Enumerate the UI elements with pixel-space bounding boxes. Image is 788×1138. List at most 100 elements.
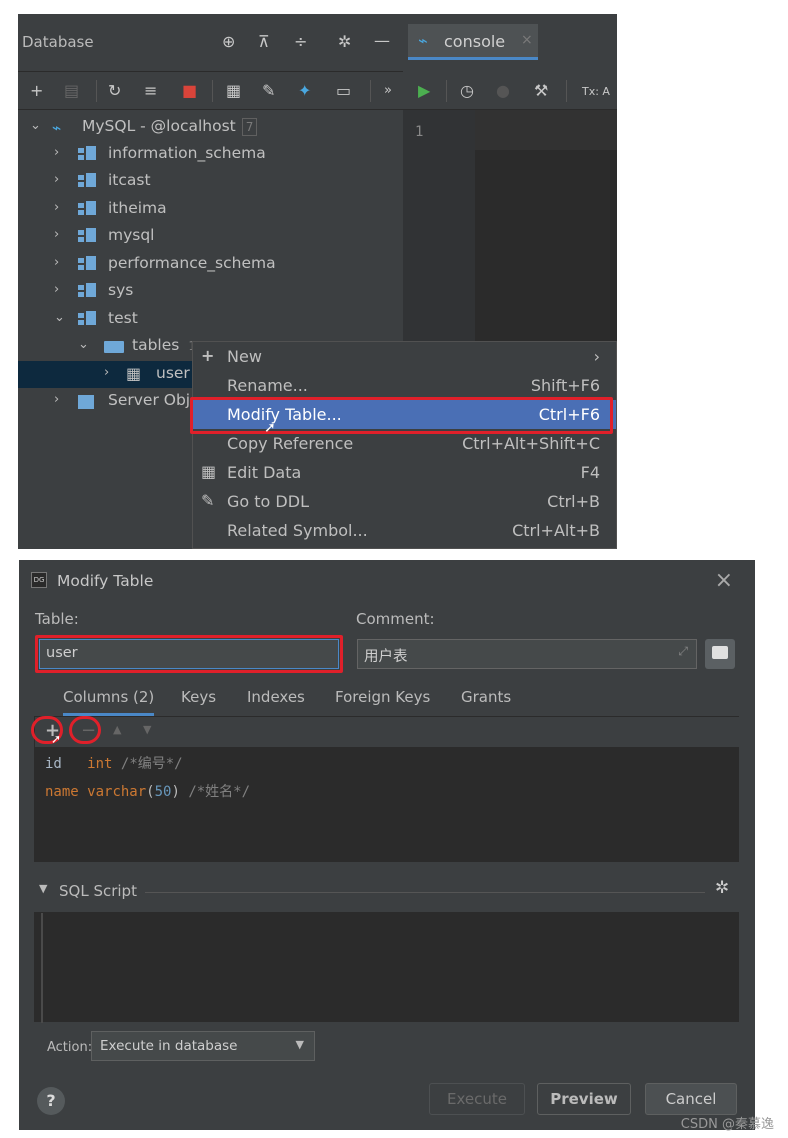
crosshair-icon[interactable]: ⊕	[222, 32, 235, 52]
annotation-circle	[69, 716, 101, 744]
chevron-right-icon[interactable]: ›	[104, 365, 109, 380]
comment-input[interactable]: 用户表 ⤢	[357, 639, 697, 669]
mouse-cursor-icon: ➚	[264, 420, 276, 436]
more-icon[interactable]: »	[384, 81, 392, 101]
menu-item-go-to-ddl[interactable]: ✎ Go to DDL Ctrl+B	[193, 487, 616, 516]
chevron-right-icon[interactable]: ›	[54, 145, 59, 160]
move-down-icon[interactable]: ▼	[143, 723, 151, 736]
tree-item-schema[interactable]: › information_schema	[18, 141, 403, 168]
chevron-right-icon[interactable]: ›	[54, 255, 59, 270]
tree-item-schema[interactable]: › mysql	[18, 223, 403, 250]
tree-item-schema[interactable]: › itheima	[18, 196, 403, 223]
column-comment: /*编号*/	[120, 756, 183, 772]
stop-circle-icon[interactable]: ●	[496, 81, 510, 101]
chevron-down-icon[interactable]: ⌄	[78, 337, 89, 352]
stop-icon[interactable]: ■	[182, 81, 197, 101]
refresh-icon[interactable]: ↻	[108, 81, 121, 101]
tab-columns[interactable]: Columns (2)	[63, 688, 155, 716]
sql-script-editor[interactable]	[34, 912, 739, 1023]
gear-icon[interactable]: ✲	[715, 878, 729, 898]
menu-item-new[interactable]: + New ›	[193, 342, 616, 371]
chevron-down-icon[interactable]: ⌄	[30, 118, 41, 133]
tab-foreign-keys[interactable]: Foreign Keys	[335, 688, 430, 706]
chevron-down-icon[interactable]: ⌄	[54, 310, 65, 325]
help-button[interactable]: ?	[37, 1087, 65, 1115]
modify-table-dialog: DG Modify Table × Table: user Comment: 用…	[19, 560, 755, 1130]
context-menu: + New › Rename... Shift+F6 Modify Table.…	[192, 341, 617, 549]
tree-item-label: sys	[108, 281, 134, 299]
chevron-right-icon[interactable]: ›	[54, 227, 59, 242]
move-up-icon[interactable]: ▲	[113, 723, 121, 736]
run-icon[interactable]: ▶	[418, 81, 430, 101]
tree-item-schema[interactable]: ⌄ test	[18, 306, 403, 333]
close-tab-icon[interactable]: ×	[521, 32, 533, 48]
menu-item-label: New	[227, 347, 262, 366]
history-icon[interactable]: ◷	[460, 81, 474, 101]
menu-item-shortcut: F4	[580, 463, 600, 482]
sql-script-label: SQL Script	[59, 882, 137, 900]
schema-icon	[78, 173, 96, 189]
dialog-titlebar: DG Modify Table ×	[19, 560, 755, 602]
tree-item-schema[interactable]: › sys	[18, 278, 403, 305]
tx-mode-label[interactable]: Tx: A	[582, 82, 610, 102]
action-label: Action:	[47, 1040, 93, 1055]
collapse-arrow-icon[interactable]: ▼	[39, 882, 47, 895]
minimize-icon[interactable]: —	[374, 31, 390, 51]
column-name: name	[45, 784, 79, 800]
copy-icon[interactable]: ▤	[64, 81, 79, 101]
menu-item-label: Edit Data	[227, 463, 302, 482]
folder-icon	[104, 341, 124, 353]
menu-item-label: Rename...	[227, 376, 308, 395]
column-row-name[interactable]: name varchar(50) /*姓名*/	[45, 781, 250, 801]
schema-icon	[78, 201, 96, 217]
chevron-down-icon: ▼	[295, 1038, 304, 1051]
preview-button[interactable]: Preview	[537, 1083, 631, 1115]
chevron-right-icon[interactable]: ›	[54, 282, 59, 297]
edit-icon[interactable]: ✎	[262, 81, 275, 101]
tree-item-schema[interactable]: › performance_schema	[18, 251, 403, 278]
query-console-icon[interactable]: ▭	[336, 81, 351, 101]
chevron-right-icon[interactable]: ›	[54, 392, 59, 407]
tab-keys[interactable]: Keys	[181, 688, 216, 706]
menu-item-label: Go to DDL	[227, 492, 309, 511]
menu-item-edit-data[interactable]: ▦ Edit Data F4	[193, 458, 616, 487]
chevron-right-icon[interactable]: ›	[54, 172, 59, 187]
wrench-icon[interactable]: ⚒	[534, 81, 548, 101]
close-icon[interactable]: ×	[715, 568, 733, 593]
menu-item-rename[interactable]: Rename... Shift+F6	[193, 371, 616, 400]
properties-icon[interactable]: ≡	[144, 81, 157, 101]
tab-grants[interactable]: Grants	[461, 688, 511, 706]
menu-item-label: Copy Reference	[227, 434, 354, 453]
column-type: int	[87, 756, 113, 772]
add-icon[interactable]: +	[30, 81, 43, 101]
collapse-all-icon[interactable]: ÷	[294, 32, 307, 52]
plus-icon: +	[201, 346, 215, 365]
comment-button[interactable]	[705, 639, 735, 669]
action-select[interactable]: Execute in database ▼	[91, 1031, 315, 1061]
schema-icon	[78, 146, 96, 162]
menu-item-related-symbol[interactable]: Related Symbol... Ctrl+Alt+B	[193, 516, 616, 545]
jump-icon[interactable]: ✦	[298, 81, 311, 101]
expand-all-icon[interactable]: ⊼	[258, 32, 270, 52]
menu-item-shortcut: Ctrl+Alt+Shift+C	[462, 434, 600, 453]
tab-console[interactable]: ⌁ console ×	[408, 24, 538, 60]
schema-icon	[78, 256, 96, 272]
tree-item-schema[interactable]: › itcast	[18, 168, 403, 195]
sql-script-section[interactable]: ▼ SQL Script ✲	[35, 878, 739, 908]
column-row-id[interactable]: id int /*编号*/	[45, 753, 183, 773]
server-objects-icon	[78, 395, 94, 409]
database-panel-title: Database	[22, 33, 94, 51]
gear-icon[interactable]: ✲	[338, 32, 351, 52]
editor-gutter	[41, 913, 43, 1023]
mysql-icon: ⌁	[52, 119, 62, 137]
comment-label: Comment:	[356, 610, 435, 628]
cancel-button[interactable]: Cancel	[645, 1083, 737, 1115]
execute-button[interactable]: Execute	[429, 1083, 525, 1115]
submenu-arrow-icon: ›	[593, 347, 600, 366]
tree-item-label: tables	[132, 336, 180, 354]
expand-icon[interactable]: ⤢	[678, 644, 688, 659]
tab-indexes[interactable]: Indexes	[247, 688, 305, 706]
tree-item-datasource[interactable]: ⌄ ⌁ MySQL - @localhost 7	[18, 114, 403, 141]
table-icon[interactable]: ▦	[226, 81, 241, 101]
chevron-right-icon[interactable]: ›	[54, 200, 59, 215]
